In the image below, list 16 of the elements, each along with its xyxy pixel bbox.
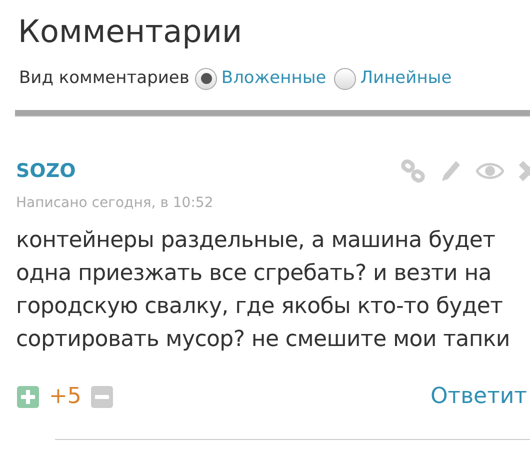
view-mode-label: Вид комментариев bbox=[19, 67, 190, 90]
comment-date: Написано сегодня, в 10:52 bbox=[16, 194, 214, 213]
eye-icon[interactable] bbox=[476, 160, 504, 181]
pencil-icon[interactable] bbox=[440, 158, 462, 183]
view-mode-option[interactable]: Вложенные bbox=[221, 66, 326, 92]
radio-button[interactable] bbox=[334, 68, 356, 90]
link-icon[interactable] bbox=[400, 158, 426, 183]
radio-button[interactable] bbox=[195, 68, 218, 90]
upvote-icon[interactable] bbox=[17, 386, 39, 408]
reply-link[interactable]: Ответит bbox=[430, 380, 527, 413]
view-mode-option[interactable]: Линейные bbox=[360, 66, 452, 92]
author-name[interactable]: SOZO bbox=[16, 156, 76, 185]
section-heading: Комментарии bbox=[18, 13, 242, 52]
comment-text: контейнеры раздельные, а машина будет одна приезжать все сгребать? и везти на городскую свалку, где якобы кто-то будет сортировать мусор? не смешите мои тапки bbox=[16, 227, 511, 354]
downvote-icon[interactable] bbox=[91, 386, 114, 408]
rating-score: +5 bbox=[49, 383, 82, 411]
